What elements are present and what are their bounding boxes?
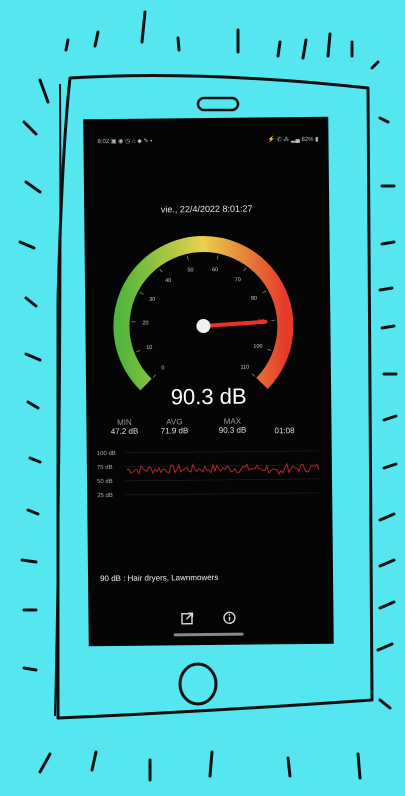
gauge-tick: [267, 348, 272, 351]
info-icon[interactable]: [222, 611, 236, 625]
gauge-tick-label: 60: [212, 267, 218, 273]
gauge-tick: [136, 350, 141, 353]
gauge-tick-label: 10: [146, 345, 152, 351]
stat-min: MIN 47.2 dB: [104, 418, 144, 436]
stat-max-value: 90.3 dB: [218, 425, 247, 435]
history-y-label-100: 100 dB: [97, 451, 116, 457]
history-y-label-50: 50 dB: [97, 479, 113, 485]
history-y-label-75: 75 dB: [97, 465, 113, 471]
gauge-hub: [196, 319, 211, 334]
stat-min-label: MIN: [117, 417, 132, 427]
stat-duration: 01:08: [264, 426, 304, 435]
gauge-tick-label: 80: [251, 296, 257, 302]
stat-avg: AVG 71.9 dB: [154, 417, 194, 435]
phone-screen: 8:02 ▣ ◉ ◷ ⌂ ◆ ✎ • ⚡ ✆ ⁂ ▂▄ 82% ▮ vie., …: [83, 116, 334, 647]
gauge-tick: [139, 291, 144, 295]
gauge-tick: [262, 290, 267, 294]
gesture-bar[interactable]: [173, 632, 244, 637]
gauge-arc: [113, 236, 294, 391]
history-y-label-25: 25 dB: [97, 493, 113, 499]
stat-max: MAX 90.3 dB: [212, 417, 252, 435]
stat-min-value: 47.2 dB: [110, 426, 139, 437]
gauge-tick: [159, 268, 163, 273]
current-reading: 90.3 dB: [170, 383, 247, 410]
status-bar-right: ⚡ ✆ ⁂ ▂▄ 82% ▮: [267, 136, 319, 144]
noise-reference-text: 90 dB : Hair dryers, Lawnmowers: [100, 572, 219, 584]
gauge-tick-label: 0: [161, 365, 164, 371]
gauge-tick-label: 100: [253, 344, 262, 350]
stat-avg-label: AVG: [166, 417, 183, 427]
date-time: vie., 22/4/2022 8:01:27: [160, 203, 253, 215]
share-icon[interactable]: [180, 611, 194, 625]
gauge-tick-label: 110: [240, 365, 249, 371]
gauge-tick-label: 70: [235, 277, 241, 283]
bottom-nav: [88, 610, 333, 633]
gauge-tick: [152, 374, 157, 378]
gauge-tick-label: 40: [165, 278, 171, 284]
gauge-tick: [251, 373, 256, 377]
gauge-tick-label: 20: [142, 320, 148, 326]
status-bar: 8:02 ▣ ◉ ◷ ⌂ ◆ ✎ • ⚡ ✆ ⁂ ▂▄ 82% ▮: [97, 136, 318, 148]
gauge-tick: [216, 255, 219, 260]
speaker-slot: [196, 96, 240, 112]
gauge-tick-label: 50: [187, 267, 193, 273]
stats-row: MIN 47.2 dB AVG 71.9 dB MAX 90.3 dB 01:0…: [104, 416, 321, 446]
gauge-tick: [243, 267, 247, 272]
stat-avg-value: 71.9 dB: [160, 426, 189, 436]
home-button: [178, 662, 218, 706]
gauge-tick-label: 30: [149, 297, 155, 303]
sound-level-gauge: 0102030405060708090100110: [113, 236, 294, 391]
stat-duration-value: 01:08: [274, 426, 295, 436]
status-bar-left: 8:02 ▣ ◉ ◷ ⌂ ◆ ✎ •: [97, 138, 153, 146]
stat-max-label: MAX: [223, 416, 242, 426]
gauge-needle: [201, 319, 268, 329]
gauge-tick: [186, 255, 189, 260]
history-graph: 100 dB 75 dB 50 dB 25 dB: [97, 450, 320, 499]
